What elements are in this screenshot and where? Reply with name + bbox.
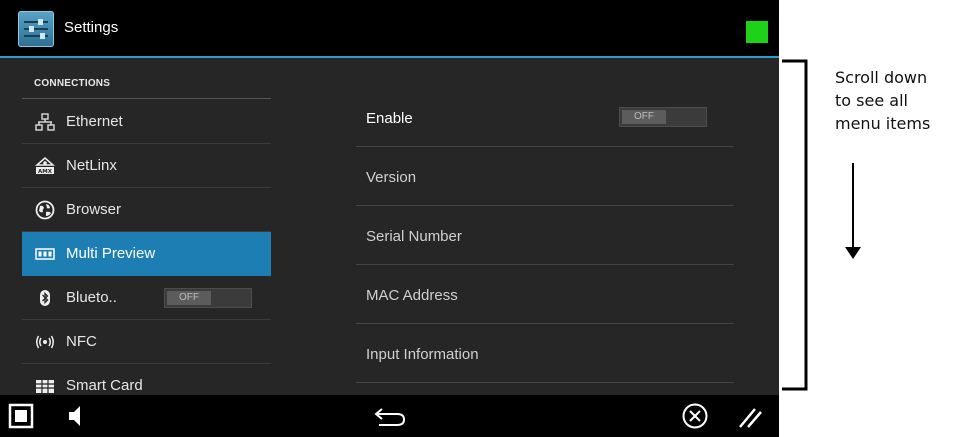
multi-preview-panel: Enable OFF Version Serial Number MAC Add… [356, 58, 734, 395]
input-information-label: Input Information [366, 346, 479, 363]
menu-item-label: Browser [66, 201, 122, 218]
bluetooth-toggle[interactable]: OFF [164, 288, 252, 308]
svg-text:AMX: AMX [38, 169, 53, 175]
enable-toggle[interactable]: OFF [619, 107, 707, 127]
enable-label: Enable [366, 110, 413, 127]
device-screen: Settings CONNECTIONS Ethernet AMX NetLin… [0, 0, 779, 437]
annotation-line: Scroll down [835, 68, 928, 87]
version-row[interactable]: Version [356, 147, 734, 206]
settings-sliders-icon[interactable] [18, 11, 54, 47]
netlinx-icon: AMX [34, 155, 56, 177]
menu-item-label: NetLinx [66, 157, 117, 174]
nfc-icon [34, 331, 56, 353]
window-icon[interactable] [8, 403, 34, 434]
multi-preview-icon [34, 243, 56, 265]
toggle-state: OFF [622, 110, 666, 124]
menu-item-ethernet[interactable]: Ethernet [22, 100, 271, 144]
annotation-line: menu items [835, 114, 931, 133]
menu-item-nfc[interactable]: NFC [22, 320, 271, 364]
menu-section-header: CONNECTIONS [22, 72, 271, 99]
menu-item-label: Multi Preview [66, 245, 156, 262]
settings-content: CONNECTIONS Ethernet AMX NetLinx Browser… [0, 58, 779, 408]
menu-item-label: NFC [66, 333, 97, 350]
page-title: Settings [64, 19, 119, 36]
menu-item-multi-preview[interactable]: Multi Preview [22, 232, 271, 276]
scroll-range-bracket [782, 59, 808, 391]
menu-item-label: Blueto.. [66, 289, 117, 306]
speaker-icon[interactable] [66, 403, 86, 434]
menu-item-label: Ethernet [66, 113, 123, 130]
mac-address-row[interactable]: MAC Address [356, 265, 734, 324]
close-circle-icon[interactable] [681, 402, 709, 435]
annotation-line: to see all [835, 91, 908, 110]
bluetooth-icon [34, 287, 56, 309]
menu-item-bluetooth[interactable]: Blueto.. OFF [22, 276, 271, 320]
smart-card-icon [34, 375, 56, 397]
status-indicator [746, 21, 768, 43]
browser-icon [34, 199, 56, 221]
scroll-hint-annotation: Scroll down to see all menu items [835, 66, 958, 135]
title-bar: Settings [0, 0, 779, 58]
system-nav-bar [0, 395, 779, 437]
mac-address-label: MAC Address [366, 287, 458, 304]
ethernet-icon [34, 111, 56, 133]
back-icon[interactable] [373, 406, 407, 433]
connections-menu: CONNECTIONS Ethernet AMX NetLinx Browser… [22, 58, 271, 408]
menu-item-label: Smart Card [66, 377, 143, 394]
menu-item-netlinx[interactable]: AMX NetLinx [22, 144, 271, 188]
input-information-row[interactable]: Input Information [356, 324, 734, 383]
menu-item-browser[interactable]: Browser [22, 188, 271, 232]
toggle-state: OFF [167, 291, 211, 305]
enable-row: Enable OFF [356, 88, 734, 147]
serial-number-label: Serial Number [366, 228, 462, 245]
resize-grip-icon[interactable] [736, 404, 764, 435]
down-arrow-icon [845, 163, 861, 259]
serial-number-row[interactable]: Serial Number [356, 206, 734, 265]
section-header-label: CONNECTIONS [34, 78, 111, 89]
version-label: Version [366, 169, 417, 186]
